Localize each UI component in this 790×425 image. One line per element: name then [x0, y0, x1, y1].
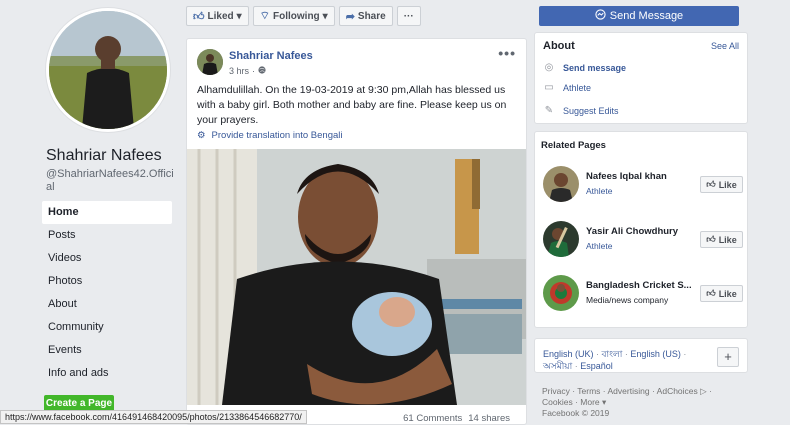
- liked-button[interactable]: 👍︎ Liked ▾: [186, 6, 249, 26]
- following-label: Following: [273, 10, 320, 22]
- related-page-avatar[interactable]: [543, 166, 579, 202]
- nav-item-photos[interactable]: Photos: [42, 270, 172, 293]
- post-author-avatar[interactable]: [197, 49, 223, 75]
- pencil-icon: ✎: [544, 105, 554, 116]
- related-page-avatar[interactable]: [543, 221, 579, 257]
- like-label: Like: [718, 288, 737, 299]
- thumbs-up-icon: 👍︎: [706, 288, 716, 298]
- about-panel: About See All ◎ Send message ▭ Athlete ✎…: [534, 32, 748, 124]
- post-timestamp: 3 hrs ·: [229, 66, 266, 76]
- language-link[interactable]: বাংলা: [602, 349, 623, 359]
- globe-icon: [258, 66, 266, 76]
- copyright-text: Facebook © 2019: [542, 408, 610, 418]
- add-language-button[interactable]: +: [717, 347, 739, 367]
- comments-count[interactable]: 61 Comments: [403, 413, 462, 424]
- related-page-category[interactable]: Athlete: [586, 186, 612, 196]
- messenger-icon: ◎: [544, 62, 554, 73]
- thumbs-up-icon: 👍︎: [706, 234, 716, 244]
- nav-item-community[interactable]: Community: [42, 316, 172, 339]
- post-options-button[interactable]: •••: [498, 45, 516, 61]
- chevron-down-icon: ▾: [602, 397, 607, 407]
- nav-item-about[interactable]: About: [42, 293, 172, 316]
- share-icon: ➦: [345, 10, 355, 23]
- see-all-link[interactable]: See All: [711, 41, 739, 51]
- post-text: Alhamdulillah. On the 19-03-2019 at 9:30…: [197, 84, 507, 126]
- chevron-down-icon: ▾: [236, 10, 242, 22]
- post-card: Shahriar Nafees 3 hrs · ••• Alhamdulilla…: [186, 38, 527, 425]
- like-label: Like: [718, 179, 737, 190]
- following-button[interactable]: ⌔ Following ▾: [252, 6, 335, 26]
- messenger-icon: [595, 9, 606, 23]
- about-suggest-edits-label: Suggest Edits: [563, 105, 619, 116]
- related-page-name[interactable]: Bangladesh Cricket S...: [586, 280, 696, 291]
- footer-links: Privacy · Terms · Advertising · AdChoice…: [542, 386, 712, 407]
- like-button[interactable]: 👍︎ Like: [700, 285, 743, 302]
- nav-item-videos[interactable]: Videos: [42, 247, 172, 270]
- translate-link[interactable]: ⚙ Provide translation into Bengali: [197, 130, 343, 141]
- about-category-label: Athlete: [563, 82, 592, 93]
- post-photo[interactable]: [187, 149, 526, 405]
- profile-handle[interactable]: @ShahriarNafees42.Official: [46, 168, 174, 194]
- like-label: Like: [718, 234, 737, 245]
- share-label: Share: [357, 10, 386, 22]
- post-engagement-counts: 61 Comments 14 shares: [403, 413, 510, 424]
- related-page-name[interactable]: Nafees Iqbal khan: [586, 171, 696, 182]
- about-send-message-label: Send message: [563, 62, 627, 73]
- nav-item-posts[interactable]: Posts: [42, 224, 172, 247]
- nav-item-info-and-ads[interactable]: Info and ads: [42, 362, 172, 385]
- like-button[interactable]: 👍︎ Like: [700, 176, 743, 193]
- related-page-item[interactable]: Bangladesh Cricket S... Media/news compa…: [543, 275, 743, 315]
- liked-label: Liked: [207, 10, 234, 22]
- footer-link-adchoices[interactable]: AdChoices: [657, 386, 698, 396]
- footer-link-advertising[interactable]: Advertising: [608, 386, 650, 396]
- footer-link-cookies[interactable]: Cookies: [542, 397, 573, 407]
- rss-icon: ⌔: [259, 10, 270, 22]
- footer-link-terms[interactable]: Terms: [577, 386, 600, 396]
- related-page-item[interactable]: Yasir Ali Chowdhury Athlete 👍︎ Like: [543, 221, 743, 261]
- nav-item-events[interactable]: Events: [42, 339, 172, 362]
- related-page-category: Media/news company: [586, 295, 669, 305]
- adchoices-icon: ▷: [700, 386, 707, 396]
- language-list: English (UK) · বাংলা · English (US) · অস…: [543, 349, 687, 371]
- about-suggest-edits[interactable]: ✎ Suggest Edits: [543, 105, 619, 116]
- nav-item-home[interactable]: Home: [42, 201, 172, 224]
- profile-name: Shahriar Nafees: [46, 147, 162, 164]
- translate-label: Provide translation into Bengali: [211, 130, 343, 141]
- page-action-bar: 👍︎ Liked ▾ ⌔ Following ▾ ➦ Share ···: [186, 6, 421, 26]
- language-link[interactable]: English (UK): [543, 349, 594, 359]
- related-pages-title: Related Pages: [541, 140, 606, 151]
- dot-separator: ·: [252, 66, 256, 76]
- send-message-button[interactable]: Send Message: [539, 6, 739, 26]
- thumbs-up-icon: 👍︎: [193, 10, 205, 23]
- footer-link-privacy[interactable]: Privacy: [542, 386, 570, 396]
- like-button[interactable]: 👍︎ Like: [700, 231, 743, 248]
- profile-picture[interactable]: [46, 8, 170, 132]
- share-button[interactable]: ➦ Share: [338, 6, 393, 26]
- language-link[interactable]: English (US): [630, 349, 681, 359]
- about-send-message[interactable]: ◎ Send message: [543, 62, 626, 73]
- avatar: [49, 11, 167, 129]
- languages-panel: English (UK) · বাংলা · English (US) · অস…: [534, 338, 748, 373]
- related-page-name[interactable]: Yasir Ali Chowdhury: [586, 226, 696, 237]
- language-link[interactable]: Español: [580, 361, 613, 371]
- chevron-down-icon: ▾: [322, 10, 328, 22]
- footer-link-more[interactable]: More: [580, 397, 599, 407]
- language-link[interactable]: অসমীয়া: [543, 361, 572, 371]
- related-page-category[interactable]: Athlete: [586, 241, 612, 251]
- thumbs-up-icon: 👍︎: [706, 179, 716, 189]
- post-author-name[interactable]: Shahriar Nafees: [229, 50, 313, 62]
- about-category[interactable]: ▭ Athlete: [543, 82, 591, 93]
- related-page-avatar[interactable]: [543, 275, 579, 311]
- send-message-label: Send Message: [609, 10, 684, 22]
- browser-status-url: https://www.facebook.com/416491468420095…: [0, 410, 307, 424]
- about-title: About: [543, 40, 575, 52]
- tag-icon: ▭: [544, 82, 554, 93]
- gear-icon: ⚙: [197, 130, 206, 141]
- post-time-text[interactable]: 3 hrs: [229, 66, 249, 76]
- page-nav: Home Posts Videos Photos About Community…: [42, 201, 172, 385]
- related-pages-panel: Related Pages Nafees Iqbal khan Athlete …: [534, 131, 748, 328]
- related-page-item[interactable]: Nafees Iqbal khan Athlete 👍︎ Like: [543, 166, 743, 206]
- shares-count[interactable]: 14 shares: [468, 413, 510, 424]
- more-button[interactable]: ···: [396, 6, 421, 26]
